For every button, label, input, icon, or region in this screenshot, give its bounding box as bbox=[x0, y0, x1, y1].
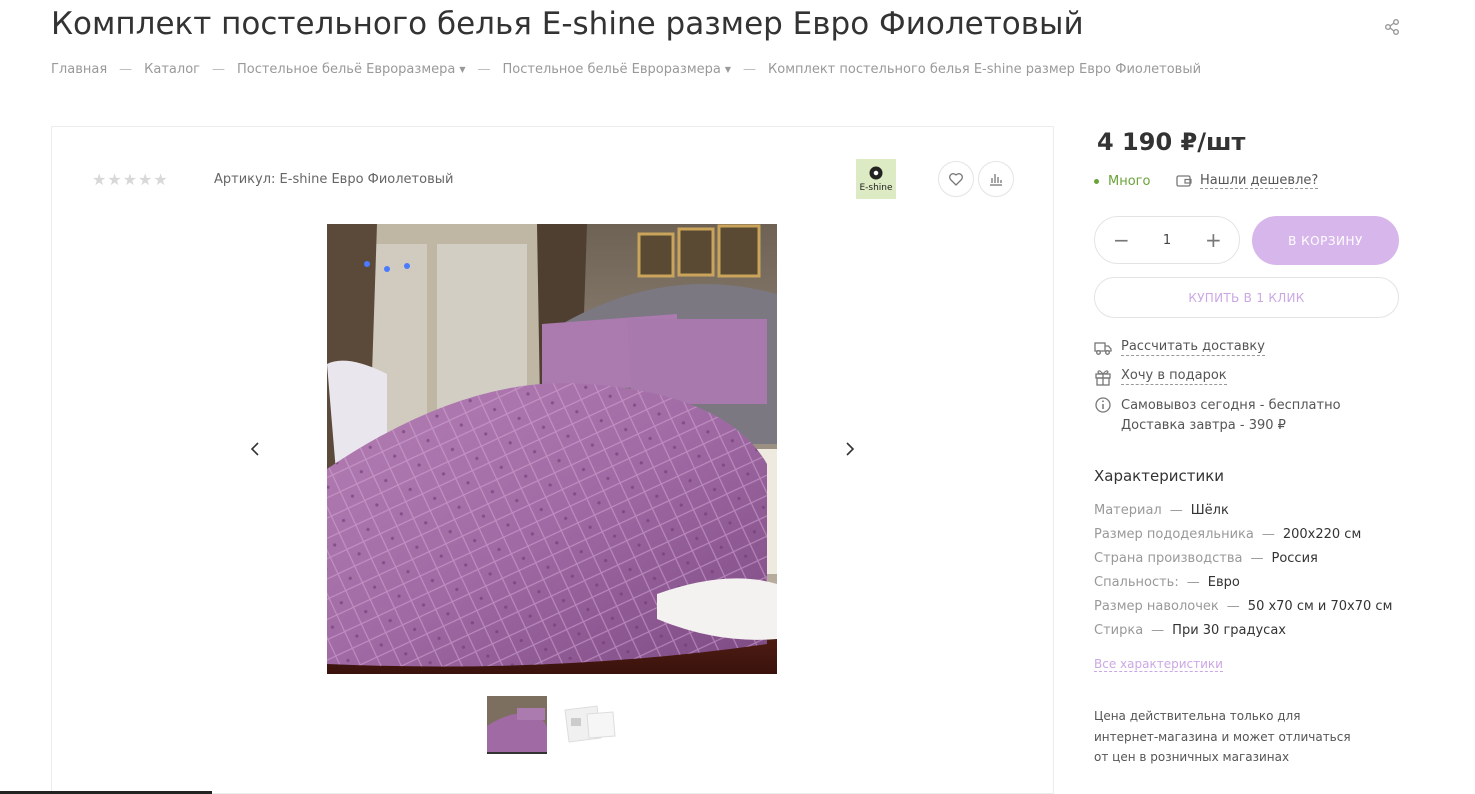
brand-logo[interactable]: E-shine bbox=[856, 159, 896, 199]
add-to-cart-button[interactable]: В КОРЗИНУ bbox=[1252, 216, 1399, 265]
stock-status: Много bbox=[1094, 174, 1150, 189]
brand-logo-text: E-shine bbox=[859, 183, 893, 193]
characteristic-row: Размер пододеяльника — 200х220 см bbox=[1094, 527, 1361, 542]
breadcrumb-item[interactable]: Каталог bbox=[144, 62, 200, 77]
compare-icon bbox=[990, 174, 1002, 186]
characteristic-row: Страна производства — Россия bbox=[1094, 551, 1318, 566]
article-number: Артикул: E-shine Евро Фиолетовый bbox=[214, 172, 453, 187]
characteristic-value: 50 х70 см и 70х70 см bbox=[1247, 599, 1393, 614]
rating-stars[interactable]: ★★★★★ bbox=[92, 170, 169, 189]
breadcrumb: Главная — Каталог — Постельное бельё Евр… bbox=[51, 62, 1201, 77]
breadcrumb-separator: — bbox=[211, 62, 225, 77]
buy-one-click-button[interactable]: КУПИТЬ В 1 КЛИК bbox=[1094, 277, 1399, 318]
breadcrumb-separator: — bbox=[743, 62, 757, 77]
product-price: 4 190 ₽/шт bbox=[1097, 128, 1246, 156]
characteristic-key: Размер пододеяльника bbox=[1094, 527, 1254, 542]
characteristic-separator: — bbox=[1186, 575, 1200, 590]
breadcrumb-label: Постельное бельё Евроразмера bbox=[236, 62, 456, 77]
characteristics-title: Характеристики bbox=[1094, 467, 1225, 485]
characteristic-row: Стирка — При 30 градусах bbox=[1094, 623, 1286, 638]
breadcrumb-label: Постельное бельё Евроразмера bbox=[502, 62, 721, 77]
characteristic-row: Размер наволочек — 50 х70 см и 70х70 см bbox=[1094, 599, 1392, 614]
gift-option[interactable]: Хочу в подарок bbox=[1094, 368, 1227, 386]
characteristic-value: Шёлк bbox=[1190, 503, 1229, 518]
found-cheaper-link[interactable]: Нашли дешевле? bbox=[1176, 173, 1319, 189]
characteristic-value: Россия bbox=[1271, 551, 1318, 566]
price-note: Цена действительна только для интернет-м… bbox=[1094, 709, 1351, 764]
article-label: Артикул: bbox=[214, 172, 276, 187]
characteristic-separator: — bbox=[1151, 623, 1165, 638]
breadcrumb-item[interactable]: Постельное бельё Евроразмера ▼ bbox=[237, 62, 466, 77]
product-main-image[interactable] bbox=[327, 224, 777, 674]
delivery-calc-option[interactable]: Рассчитать доставку bbox=[1094, 339, 1265, 357]
thumbnail-2[interactable] bbox=[557, 696, 619, 754]
breadcrumb-separator: — bbox=[119, 62, 133, 77]
chevron-left-icon[interactable] bbox=[245, 437, 265, 461]
brand-flower-icon bbox=[868, 165, 884, 181]
found-cheaper-label: Нашли дешевле? bbox=[1200, 173, 1319, 189]
decrease-button[interactable]: − bbox=[1113, 230, 1130, 250]
truck-icon bbox=[1094, 342, 1112, 355]
characteristic-row: Материал — Шёлк bbox=[1094, 503, 1229, 518]
article-value: E-shine Евро Фиолетовый bbox=[279, 172, 454, 187]
compare-button[interactable] bbox=[978, 161, 1014, 197]
characteristic-separator: — bbox=[1250, 551, 1264, 566]
heart-icon bbox=[949, 173, 963, 186]
delivery-calc-label: Рассчитать доставку bbox=[1121, 339, 1265, 356]
stock-label: Много bbox=[1108, 174, 1151, 189]
product-gallery-card: ★★★★★ Артикул: E-shine Евро Фиолетовый E… bbox=[51, 126, 1054, 794]
characteristic-value: Евро bbox=[1207, 575, 1240, 590]
characteristic-separator: — bbox=[1169, 503, 1183, 518]
quantity-stepper: − 1 + bbox=[1094, 216, 1240, 264]
thumbnail-1[interactable] bbox=[487, 696, 547, 754]
caret-down-icon: ▼ bbox=[459, 65, 466, 74]
page-title: Комплект постельного белья E-shine разме… bbox=[51, 6, 1084, 42]
characteristic-key: Страна производства bbox=[1094, 551, 1243, 566]
caret-down-icon: ▼ bbox=[724, 65, 732, 74]
breadcrumb-current: Комплект постельного белья E-shine разме… bbox=[768, 62, 1202, 77]
characteristic-key: Спальность: bbox=[1094, 575, 1179, 590]
characteristic-value: При 30 градусах bbox=[1172, 623, 1286, 638]
breadcrumb-item[interactable]: Постельное бельё Евроразмера ▼ bbox=[503, 62, 732, 77]
characteristic-separator: — bbox=[1261, 527, 1275, 542]
characteristic-separator: — bbox=[1226, 599, 1240, 614]
pickup-info: Самовывоз сегодня - бесплатно bbox=[1121, 398, 1341, 413]
increase-button[interactable]: + bbox=[1205, 230, 1222, 250]
favorite-button[interactable] bbox=[938, 161, 974, 197]
characteristic-key: Стирка bbox=[1094, 623, 1144, 638]
delivery-info: Самовывоз сегодня - бесплатно Доставка з… bbox=[1094, 396, 1341, 436]
info-icon bbox=[1095, 397, 1111, 413]
breadcrumb-item[interactable]: Главная bbox=[51, 62, 107, 77]
wallet-icon bbox=[1176, 175, 1192, 187]
characteristic-value: 200х220 см bbox=[1282, 527, 1362, 542]
all-characteristics-link[interactable]: Все характеристики bbox=[1094, 657, 1223, 672]
gift-icon bbox=[1095, 370, 1111, 386]
gift-label: Хочу в подарок bbox=[1121, 368, 1227, 385]
breadcrumb-separator: — bbox=[477, 62, 491, 77]
characteristic-row: Спальность: — Евро bbox=[1094, 575, 1240, 590]
characteristic-key: Материал bbox=[1094, 503, 1162, 518]
characteristic-key: Размер наволочек bbox=[1094, 599, 1219, 614]
stock-dot-icon bbox=[1094, 179, 1099, 184]
share-icon[interactable] bbox=[1383, 18, 1401, 36]
delivery-info-text: Доставка завтра - 390 ₽ bbox=[1121, 418, 1286, 433]
quantity-value[interactable]: 1 bbox=[1163, 233, 1171, 248]
chevron-right-icon[interactable] bbox=[840, 437, 860, 461]
